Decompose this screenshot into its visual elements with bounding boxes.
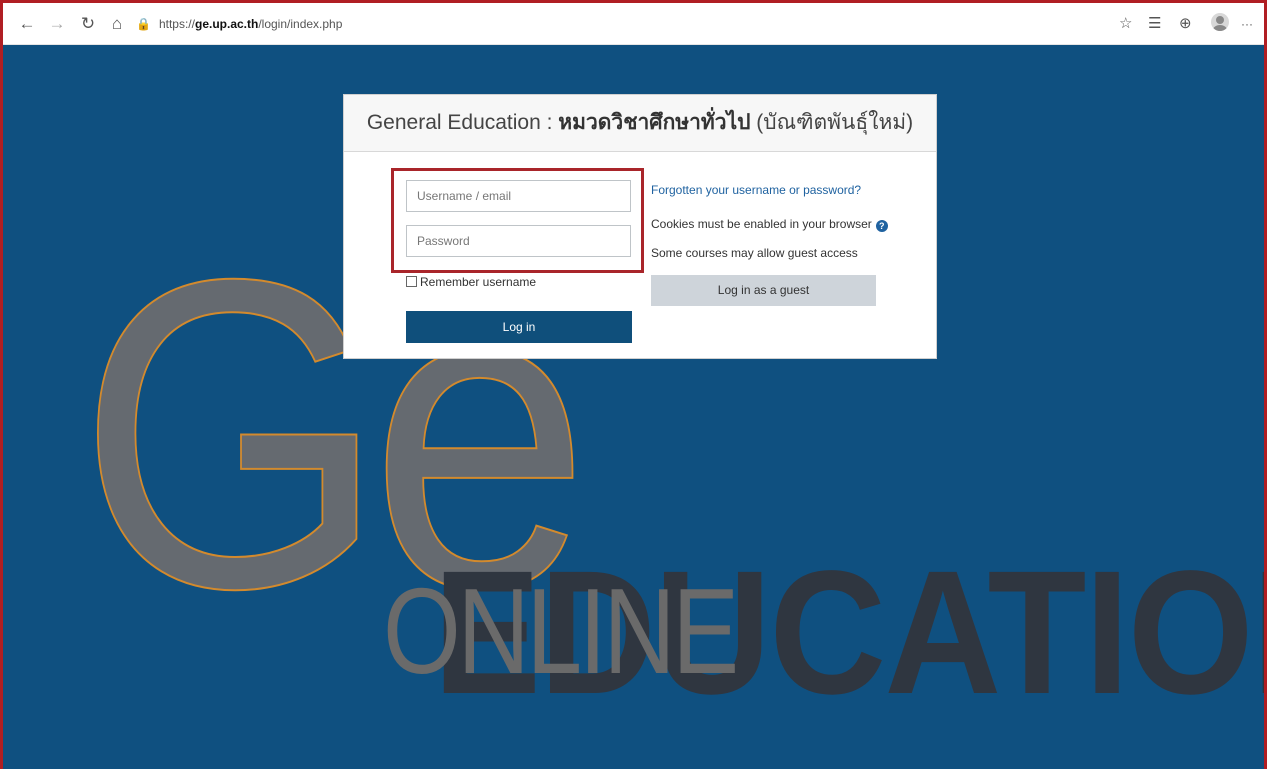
guest-info: Some courses may allow guest access [651, 246, 858, 260]
help-icon[interactable]: ? [875, 220, 888, 232]
login-page: Ge EDUCATION ONLINE General Education : … [3, 45, 1264, 769]
collections-icon[interactable]: ☰ [1148, 14, 1161, 34]
remember-label: Remember username [420, 275, 537, 289]
background-online-text: ONLINE [383, 563, 739, 699]
password-input[interactable] [406, 225, 631, 257]
cookies-info: Cookies must be enabled in your browser? [651, 217, 888, 232]
username-input[interactable] [406, 180, 631, 212]
refresh-icon[interactable]: ↻ [78, 14, 98, 34]
remember-checkbox[interactable] [406, 276, 417, 287]
url-path: /login/index.php [258, 17, 343, 31]
remember-username[interactable]: Remember username [406, 275, 536, 289]
login-title-th: หมวดวิชาศึกษาทั่วไป [558, 111, 751, 134]
forward-icon[interactable]: → [47, 14, 67, 34]
more-icon[interactable]: ··· [1241, 14, 1253, 34]
profile-avatar[interactable] [1211, 13, 1229, 31]
cookies-text: Cookies must be enabled in your browser [651, 217, 872, 231]
back-icon[interactable]: ← [17, 14, 37, 34]
address-bar[interactable]: 🔒 https://ge.up.ac.th/login/index.php [136, 14, 342, 34]
url-prefix: https:// [158, 17, 195, 31]
home-icon[interactable]: ⌂ [107, 14, 127, 34]
login-card: General Education : หมวดวิชาศึกษาทั่วไป … [343, 94, 937, 359]
login-title: General Education : หมวดวิชาศึกษาทั่วไป … [344, 95, 936, 152]
extensions-icon[interactable]: ⊕ [1179, 14, 1192, 34]
lock-icon[interactable]: 🔒 [136, 14, 151, 34]
guest-login-button[interactable]: Log in as a guest [651, 275, 876, 306]
login-button[interactable]: Log in [406, 311, 632, 343]
browser-toolbar: ← → ↻ ⌂ 🔒 https://ge.up.ac.th/login/index… [3, 3, 1264, 45]
login-title-en: General Education : [366, 111, 559, 134]
url-domain: ge.up.ac.th [194, 17, 259, 31]
forgot-password-link[interactable]: Forgotten your username or password? [651, 183, 861, 197]
favorites-icon[interactable]: ☆ [1119, 14, 1132, 34]
browser-window: ← → ↻ ⌂ 🔒 https://ge.up.ac.th/login/index… [0, 0, 1267, 769]
login-title-suffix: (บัณฑิตพันธุ์ใหม่) [750, 111, 914, 134]
